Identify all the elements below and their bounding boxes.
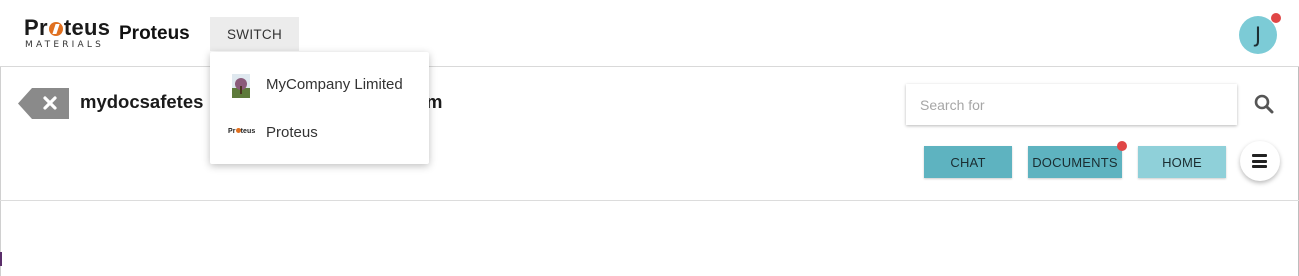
chat-button[interactable]: CHAT [924,146,1012,178]
avatar[interactable]: J [1239,16,1277,54]
dropdown-item-proteus[interactable]: Pr teus Proteus [210,110,429,156]
notification-dot [1271,13,1281,23]
back-tag-icon[interactable] [18,88,69,119]
logo-subtitle: MATERIALS [25,40,104,50]
dropdown-item-label: Proteus [266,124,318,141]
mini-logo-text-end: teus [240,128,256,135]
search-input[interactable] [906,84,1237,125]
mini-logo-text-start: Pr [228,128,236,135]
switch-dropdown: MyCompany Limited Pr teus Proteus [210,52,429,164]
hamburger-icon-line [1252,165,1267,168]
logo-wordmark: Pr teus [24,16,110,40]
page-title: mydocsafetes [80,91,204,112]
documents-button[interactable]: DOCUMENTS [1028,146,1122,178]
proteus-logo[interactable]: Pr teus MATERIALS [24,16,112,52]
dropdown-item-mycompany[interactable]: MyCompany Limited [210,62,429,108]
brand-name: Proteus [119,23,190,44]
top-bar: Pr teus MATERIALS Proteus SWITCH J [0,0,1299,67]
hamburger-icon [1252,154,1267,157]
logo-text-start: Pr [24,15,48,40]
proteus-logo-thumbnail-icon: Pr teus [228,128,256,140]
switch-button[interactable]: SWITCH [210,17,299,51]
logo-o-mark-icon [48,22,63,36]
home-button[interactable]: HOME [1138,146,1226,178]
logo-text-end: teus [63,15,111,40]
hamburger-menu-button[interactable] [1240,141,1280,181]
company-thumbnail-icon [232,74,250,98]
content-divider [0,200,1299,201]
hamburger-icon-line [1252,159,1267,163]
documents-notification-dot [1117,141,1127,151]
dropdown-item-label: MyCompany Limited [266,76,403,93]
window-edge-mark [0,252,2,266]
search-icon[interactable] [1254,94,1274,114]
